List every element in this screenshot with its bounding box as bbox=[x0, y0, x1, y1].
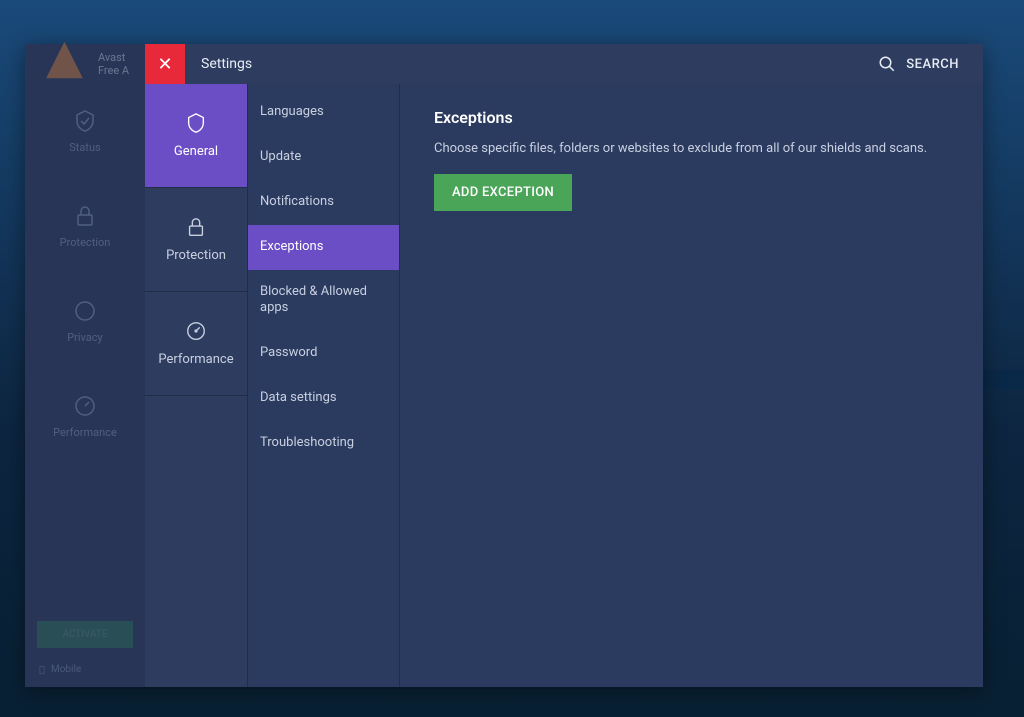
sidebar-label: Protection bbox=[60, 236, 111, 249]
sub-label: Blocked & Allowed apps bbox=[260, 284, 367, 316]
activate-label: ACTIVATE bbox=[62, 629, 107, 640]
background-app-sidebar: Avast Free A Status Protection Privacy P… bbox=[25, 44, 145, 687]
settings-body: General Protection Performance Languages… bbox=[145, 84, 983, 687]
sub-label: Languages bbox=[260, 104, 324, 119]
lock-icon bbox=[185, 216, 207, 238]
sidebar-item-status[interactable]: Status bbox=[25, 84, 145, 179]
category-performance[interactable]: Performance bbox=[145, 292, 247, 396]
lock-icon bbox=[73, 204, 97, 228]
sub-label: Data settings bbox=[260, 390, 337, 405]
close-icon: ✕ bbox=[157, 54, 172, 75]
content-area: Exceptions Choose specific files, folder… bbox=[400, 84, 983, 687]
search-label: SEARCH bbox=[906, 57, 959, 72]
sidebar-label: Status bbox=[69, 141, 100, 154]
sub-label: Notifications bbox=[260, 194, 334, 209]
sidebar-item-privacy[interactable]: Privacy bbox=[25, 274, 145, 369]
app-logo: Avast Free A bbox=[25, 44, 145, 84]
settings-title: Settings bbox=[185, 56, 854, 72]
category-sidebar: General Protection Performance bbox=[145, 84, 248, 687]
add-exception-button[interactable]: ADD EXCEPTION bbox=[434, 174, 572, 211]
settings-panel: ✕ Settings SEARCH General Protection bbox=[145, 44, 983, 687]
category-label: General bbox=[174, 144, 218, 159]
gauge-icon bbox=[185, 320, 207, 342]
mobile-label: Mobile bbox=[51, 664, 81, 675]
sub-troubleshooting[interactable]: Troubleshooting bbox=[248, 421, 399, 466]
sub-label: Update bbox=[260, 149, 301, 164]
category-label: Performance bbox=[158, 352, 233, 367]
main-window: Avast Free A Status Protection Privacy P… bbox=[25, 44, 983, 687]
sidebar-label: Privacy bbox=[67, 331, 103, 344]
sub-password[interactable]: Password bbox=[248, 331, 399, 376]
category-protection[interactable]: Protection bbox=[145, 188, 247, 292]
subcategory-sidebar: Languages Update Notifications Exception… bbox=[248, 84, 400, 687]
category-label: Protection bbox=[166, 248, 226, 263]
settings-header: ✕ Settings SEARCH bbox=[145, 44, 983, 84]
activate-button[interactable]: ACTIVATE bbox=[37, 621, 133, 648]
sub-blocked-allowed[interactable]: Blocked & Allowed apps bbox=[248, 270, 399, 332]
mobile-link[interactable]: Mobile bbox=[37, 664, 133, 675]
sub-notifications[interactable]: Notifications bbox=[248, 180, 399, 225]
sub-label: Password bbox=[260, 345, 317, 360]
app-name-label: Avast Free A bbox=[98, 51, 133, 77]
content-title: Exceptions bbox=[434, 108, 949, 127]
shield-check-icon bbox=[73, 109, 97, 133]
mobile-icon bbox=[37, 665, 47, 675]
category-general[interactable]: General bbox=[145, 84, 247, 188]
add-button-label: ADD EXCEPTION bbox=[452, 185, 554, 200]
sub-exceptions[interactable]: Exceptions bbox=[248, 225, 399, 270]
sub-update[interactable]: Update bbox=[248, 135, 399, 180]
performance-icon bbox=[73, 394, 97, 418]
sub-data-settings[interactable]: Data settings bbox=[248, 376, 399, 421]
sub-label: Exceptions bbox=[260, 239, 323, 254]
search-icon bbox=[878, 55, 896, 73]
search-button[interactable]: SEARCH bbox=[854, 55, 983, 73]
sidebar-label: Performance bbox=[53, 426, 117, 439]
sidebar-item-performance[interactable]: Performance bbox=[25, 369, 145, 464]
sub-label: Troubleshooting bbox=[260, 435, 354, 450]
shield-icon bbox=[185, 112, 207, 134]
sidebar-item-protection[interactable]: Protection bbox=[25, 179, 145, 274]
desktop-decoration bbox=[984, 370, 1024, 390]
close-button[interactable]: ✕ bbox=[145, 44, 185, 84]
sub-languages[interactable]: Languages bbox=[248, 90, 399, 135]
content-description: Choose specific files, folders or websit… bbox=[434, 141, 949, 156]
privacy-icon bbox=[73, 299, 97, 323]
